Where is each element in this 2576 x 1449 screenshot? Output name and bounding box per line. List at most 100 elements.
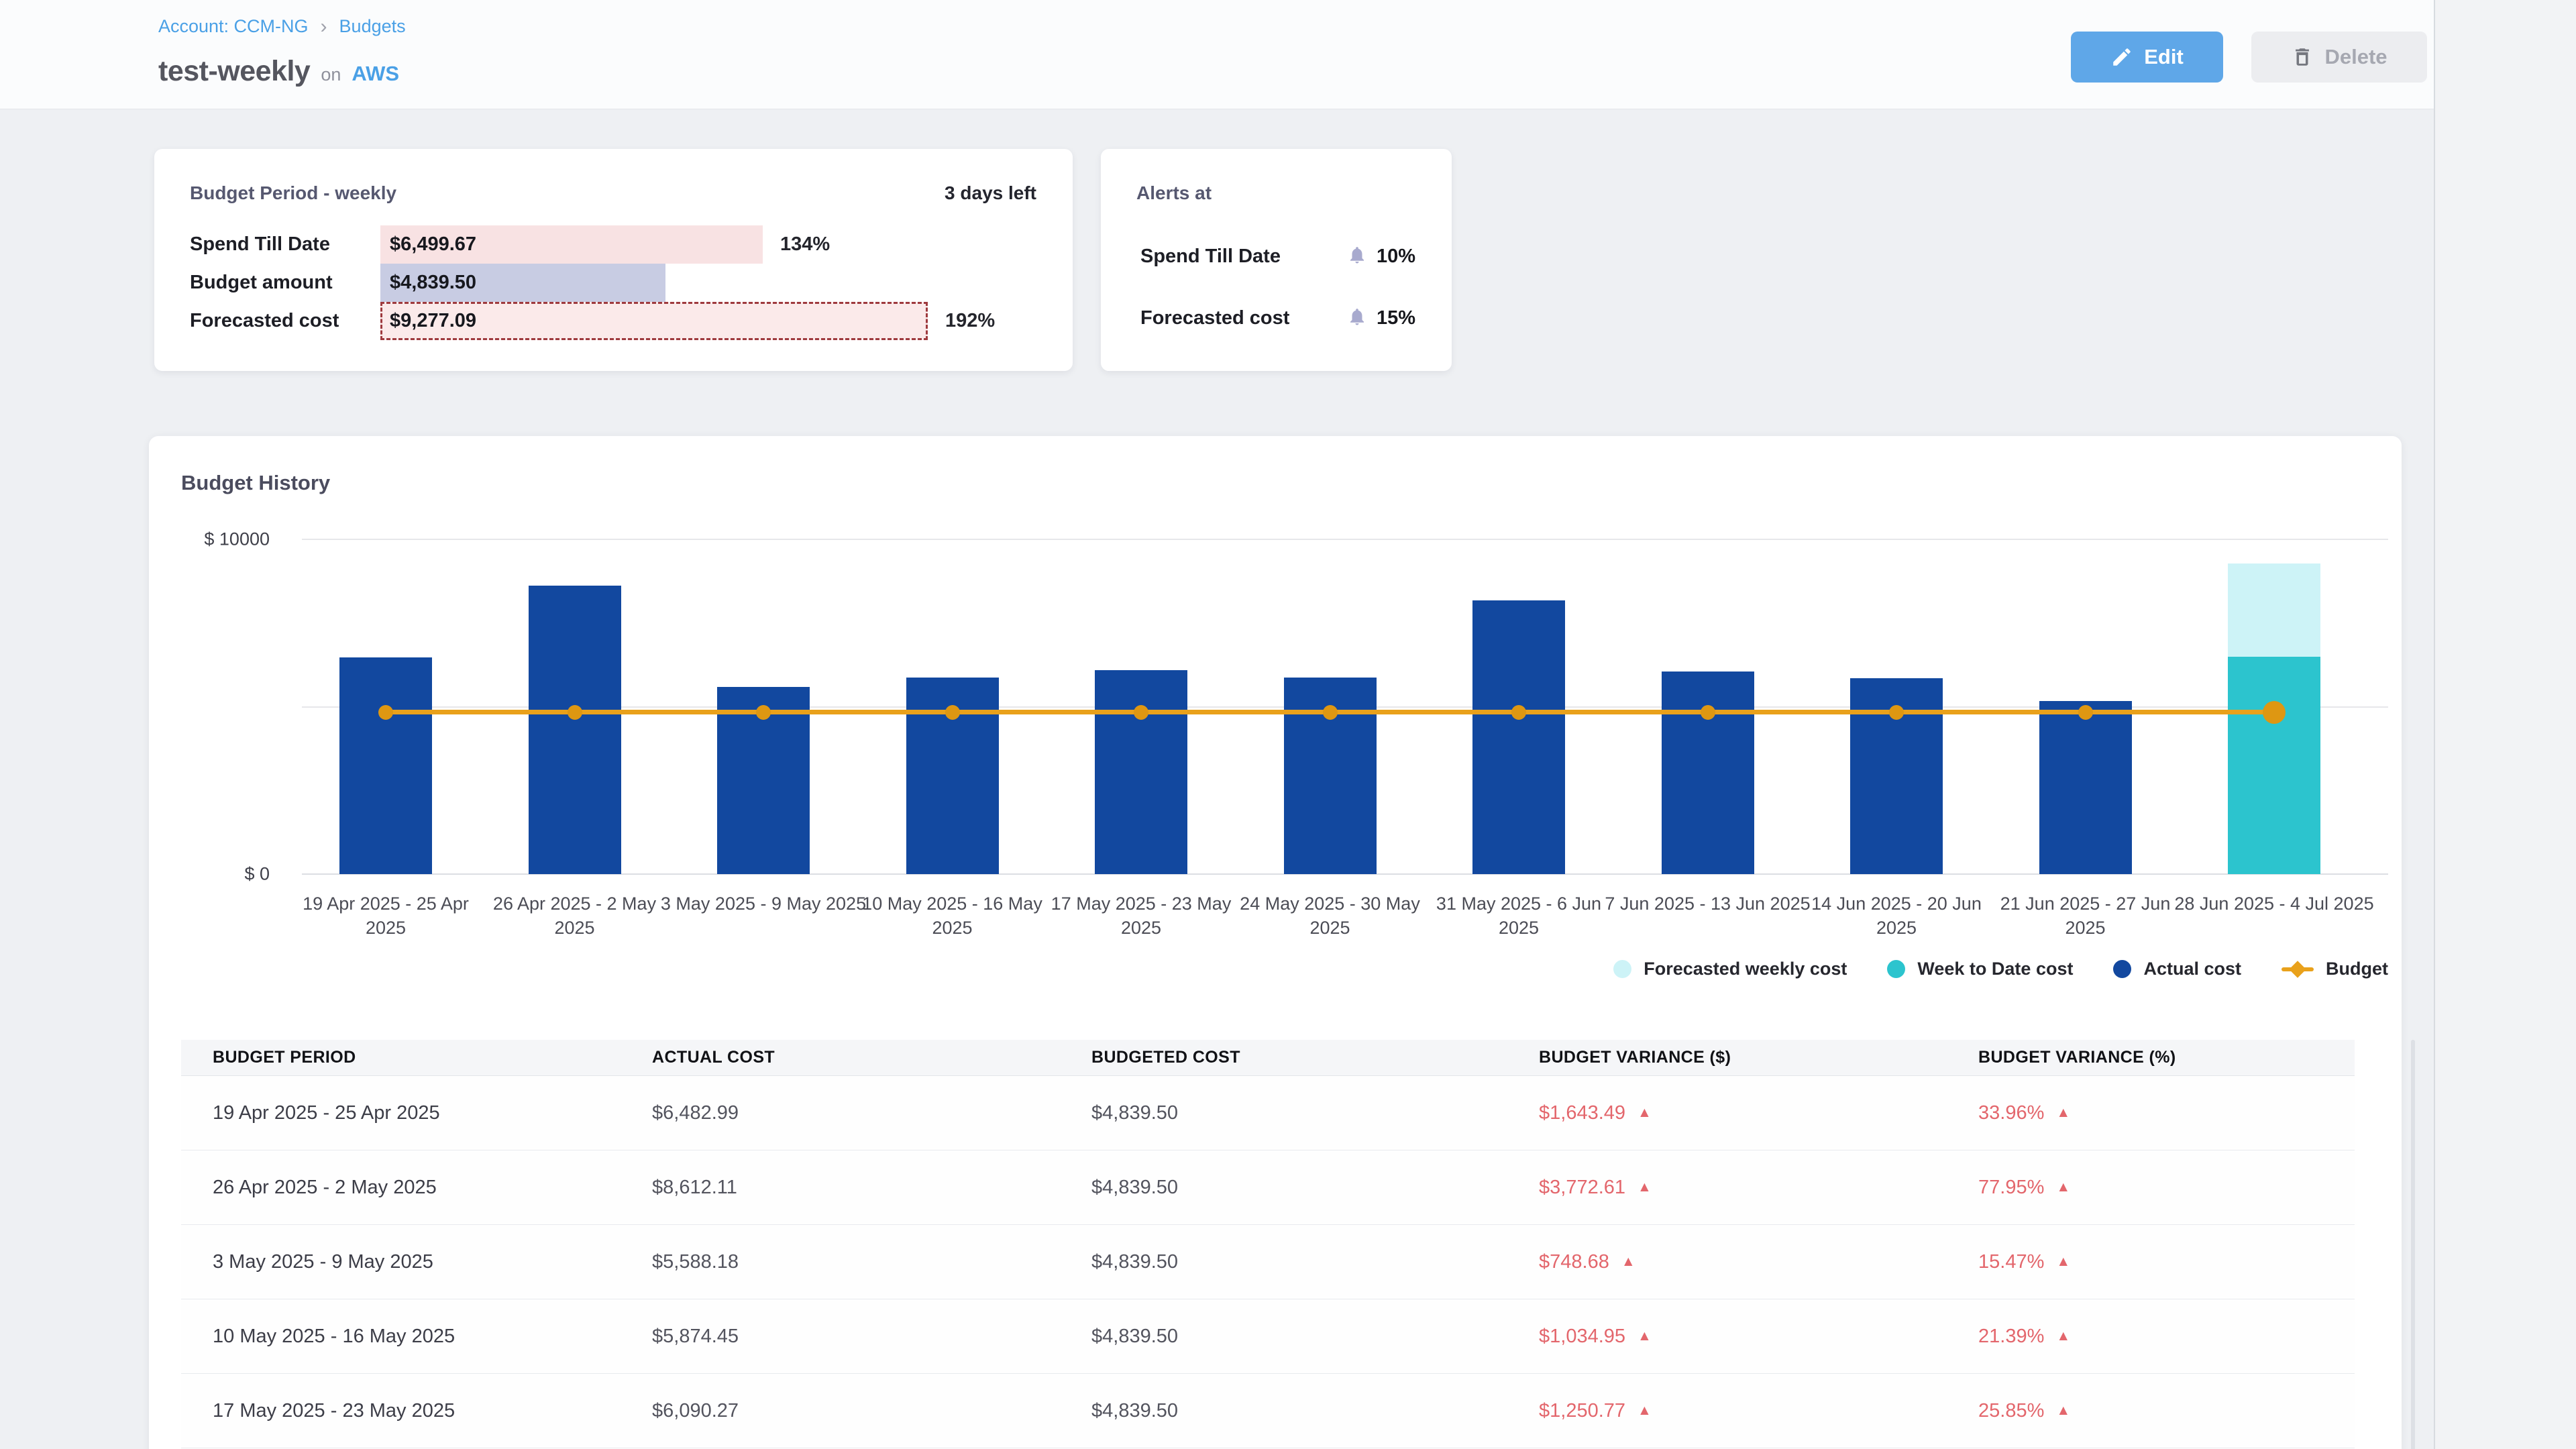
legend-item-forecasted-weekly-cost[interactable]: Forecasted weekly cost — [1613, 959, 1847, 979]
legend-item-actual-cost[interactable]: Actual cost — [2113, 959, 2241, 979]
alert-threshold-value: 10% — [1377, 246, 1415, 268]
budget-point[interactable] — [945, 705, 960, 720]
cell-actual-cost: $5,588.18 — [621, 1251, 1060, 1273]
budget-point[interactable] — [378, 705, 393, 720]
chart-bar-actual[interactable] — [339, 657, 432, 875]
budget-period-row-label: Spend Till Date — [190, 225, 330, 264]
budget-history-title: Budget History — [181, 471, 330, 495]
budget-period-card-title: Budget Period - weekly — [190, 182, 396, 204]
budget-period-row-value: $9,277.09 — [390, 302, 476, 340]
chart-bar-actual[interactable] — [1095, 670, 1187, 874]
budget-point[interactable] — [1323, 705, 1338, 720]
alerts-card-title: Alerts at — [1136, 182, 1212, 204]
budget-point[interactable] — [2078, 705, 2093, 720]
x-axis-label: 3 May 2025 - 9 May 2025 — [659, 892, 867, 916]
cell-budgeted-cost: $4,839.50 — [1060, 1326, 1507, 1348]
legend-item-budget[interactable]: Budget — [2282, 959, 2388, 979]
legend-label: Forecasted weekly cost — [1644, 959, 1847, 979]
budget-detail-page: Account: CCM-NG › Budgets test-weekly on… — [0, 0, 2576, 1449]
right-gutter — [2434, 0, 2576, 1449]
arrow-up-icon: ▲ — [1621, 1254, 1635, 1270]
budget-point[interactable] — [2263, 701, 2286, 724]
chart-legend: Forecasted weekly cost Week to Date cost A… — [1613, 954, 2388, 983]
chart-bar-actual[interactable] — [1472, 600, 1565, 874]
chart-bar-forecast[interactable] — [2228, 564, 2320, 657]
chart-gridline — [302, 539, 2388, 540]
delete-button[interactable]: Delete — [2251, 32, 2427, 83]
legend-label: Budget — [2326, 959, 2388, 979]
cell-budget-variance-pct: 77.95%▲ — [1947, 1177, 2355, 1199]
budget-point[interactable] — [1889, 705, 1904, 720]
table-header-row: BUDGET PERIODACTUAL COSTBUDGETED COSTBUD… — [181, 1040, 2355, 1076]
y-axis-label: $ 10000 — [204, 529, 270, 550]
variance-value: $1,643.49 — [1539, 1102, 1625, 1124]
x-axis-label: 24 May 2025 - 30 May 2025 — [1226, 892, 1434, 940]
budget-history-chart: $ 10000$ 019 Apr 2025 - 25 Apr 202526 Ap… — [302, 539, 2388, 874]
chevron-right-icon: › — [321, 17, 327, 36]
legend-dot-icon — [1887, 960, 1905, 978]
legend-item-week-to-date-cost[interactable]: Week to Date cost — [1887, 959, 2073, 979]
table-scrollbar[interactable] — [2411, 1040, 2415, 1449]
table-header-cell: BUDGET VARIANCE (%) — [1947, 1048, 2355, 1067]
budget-period-row-value: $6,499.67 — [390, 225, 476, 264]
arrow-up-icon: ▲ — [1638, 1179, 1652, 1195]
legend-dot-icon — [1613, 960, 1631, 978]
cell-budget-variance-usd: $748.68▲ — [1507, 1251, 1947, 1273]
budget-history-table: BUDGET PERIODACTUAL COSTBUDGETED COSTBUD… — [181, 1040, 2355, 1448]
legend-label: Actual cost — [2143, 959, 2241, 979]
cell-budget-period: 3 May 2025 - 9 May 2025 — [181, 1251, 621, 1273]
x-axis-label: 21 Jun 2025 - 27 Jun 2025 — [1982, 892, 2190, 940]
chart-bar-actual[interactable] — [529, 586, 621, 874]
cell-budget-variance-pct: 25.85% ▲ — [1947, 1400, 2355, 1422]
x-axis-label: 19 Apr 2025 - 25 Apr 2025 — [282, 892, 490, 940]
cell-budgeted-cost: $4,839.50 — [1060, 1102, 1507, 1124]
pencil-icon — [2110, 46, 2133, 68]
budget-point[interactable] — [756, 705, 771, 720]
alert-row: Spend Till Date10% — [1140, 236, 1415, 276]
cell-budget-variance-usd: $3,772.61 ▲ — [1507, 1177, 1947, 1199]
breadcrumb: Account: CCM-NG › Budgets — [158, 16, 406, 37]
cell-budget-variance-pct: 15.47%▲ — [1947, 1251, 2355, 1273]
budget-period-row-percent: 134% — [780, 225, 830, 264]
edit-button[interactable]: Edit — [2071, 32, 2223, 83]
cloud-provider-label: AWS — [352, 62, 399, 86]
delete-button-label: Delete — [2324, 45, 2387, 69]
x-axis-label: 31 May 2025 - 6 Jun 2025 — [1415, 892, 1623, 940]
budget-period-card: Budget Period - weekly 3 days left Spend… — [154, 149, 1073, 371]
breadcrumb-budgets-link[interactable]: Budgets — [339, 16, 406, 37]
table-header-cell: ACTUAL COST — [621, 1048, 1060, 1067]
variance-value: 15.47% — [1978, 1251, 2044, 1273]
arrow-up-icon: ▲ — [2056, 1403, 2070, 1419]
budget-history-panel: Budget History $ 10000$ 019 Apr 2025 - 2… — [149, 436, 2402, 1449]
edit-button-label: Edit — [2144, 45, 2184, 69]
variance-value: $3,772.61 — [1539, 1177, 1625, 1199]
arrow-up-icon: ▲ — [2056, 1179, 2070, 1195]
table-header-cell: BUDGET VARIANCE ($) — [1507, 1048, 1947, 1067]
table-header-cell: BUDGET PERIOD — [181, 1048, 621, 1067]
variance-value: 33.96% — [1978, 1102, 2044, 1124]
cell-budget-period: 17 May 2025 - 23 May 2025 — [181, 1400, 621, 1422]
table-header-cell: BUDGETED COST — [1060, 1048, 1507, 1067]
variance-value: $1,034.95 — [1539, 1326, 1625, 1348]
budget-point[interactable] — [568, 705, 582, 720]
variance-value: 25.85% — [1978, 1400, 2044, 1422]
budget-period-row-percent: 192% — [945, 302, 995, 340]
cell-budgeted-cost: $4,839.50 — [1060, 1400, 1507, 1422]
title-row: test-weekly on AWS — [158, 55, 399, 88]
alert-row: Forecasted cost15% — [1140, 298, 1415, 338]
cell-budgeted-cost: $4,839.50 — [1060, 1251, 1507, 1273]
chart-bar-week-to-date[interactable] — [2228, 657, 2320, 874]
breadcrumb-account-link[interactable]: Account: CCM-NG — [158, 16, 309, 37]
chart-bar-actual[interactable] — [1662, 672, 1754, 874]
x-axis-label: 10 May 2025 - 16 May 2025 — [849, 892, 1057, 940]
budget-point[interactable] — [1701, 705, 1715, 720]
budget-point[interactable] — [1511, 705, 1526, 720]
alert-threshold: 10% — [1347, 245, 1415, 268]
alert-row-label: Forecasted cost — [1140, 307, 1289, 329]
alerts-card: Alerts at Spend Till Date10% Forecasted c… — [1101, 149, 1452, 371]
x-axis-label: 14 Jun 2025 - 20 Jun 2025 — [1792, 892, 2000, 940]
chart-bar-actual[interactable] — [2039, 701, 2132, 874]
budget-point[interactable] — [1134, 705, 1148, 720]
trash-icon — [2291, 46, 2314, 68]
budget-period-row-label: Forecasted cost — [190, 302, 339, 340]
